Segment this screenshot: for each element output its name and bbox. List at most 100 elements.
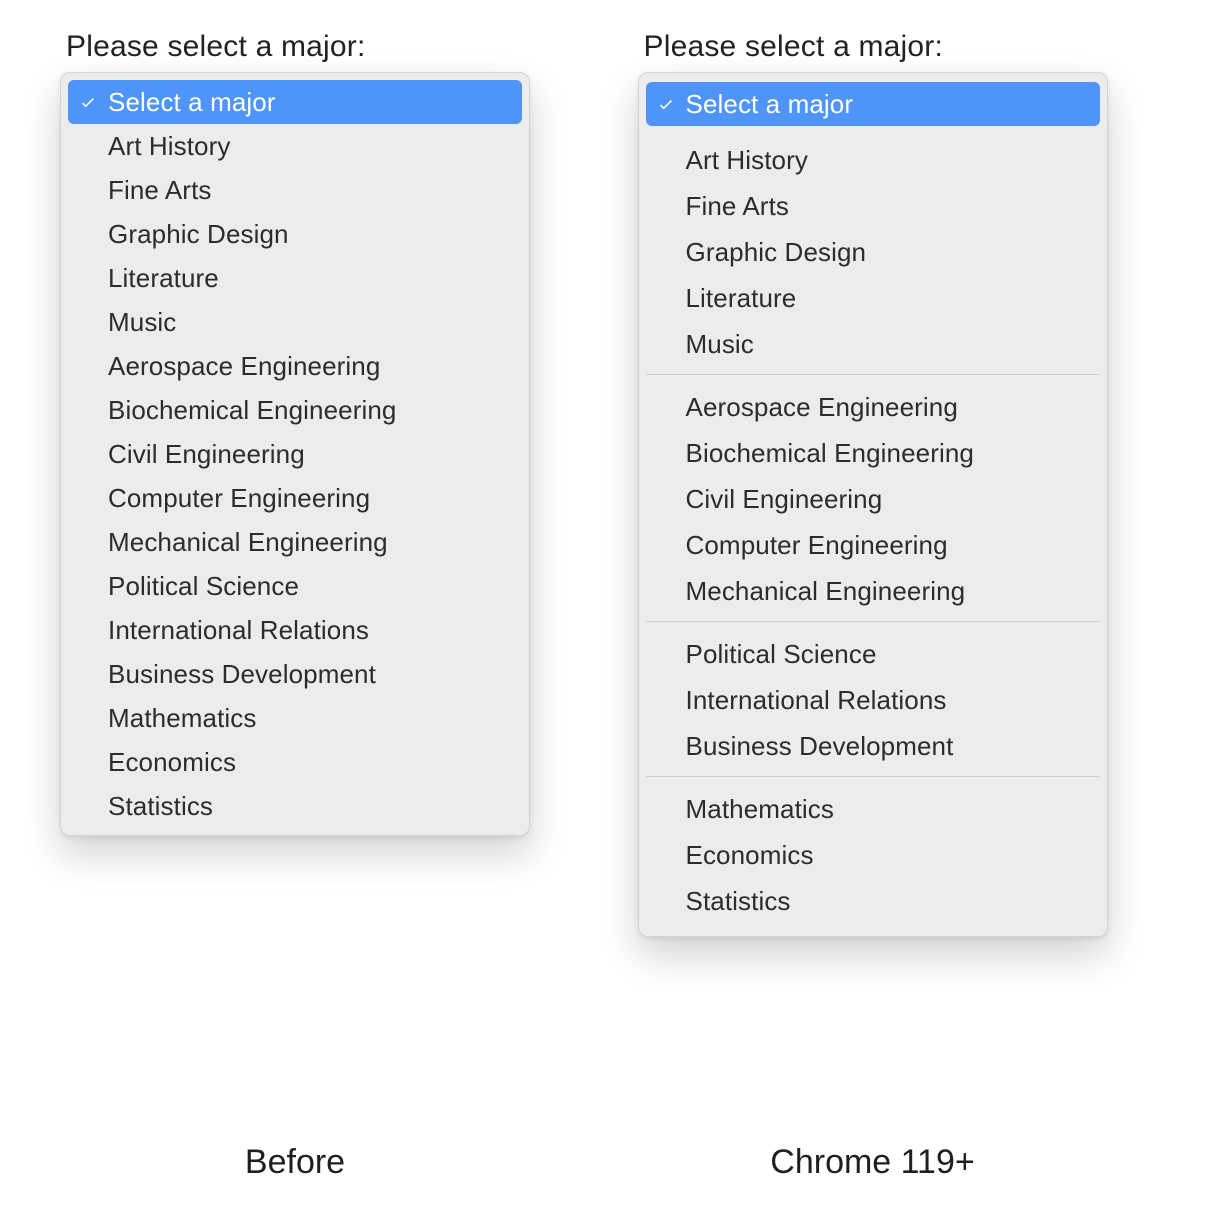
- option-item[interactable]: Music: [646, 322, 1100, 366]
- option-label: Economics: [686, 840, 814, 871]
- checkmark-icon: [646, 645, 686, 663]
- checkmark-icon: [646, 846, 686, 864]
- checkmark-icon: [646, 95, 686, 113]
- option-item[interactable]: Civil Engineering: [646, 477, 1100, 521]
- option-item[interactable]: Literature: [68, 256, 522, 300]
- checkmark-icon: [646, 892, 686, 910]
- option-item[interactable]: Political Science: [68, 564, 522, 608]
- option-label: Aerospace Engineering: [686, 392, 958, 423]
- option-item[interactable]: Biochemical Engineering: [68, 388, 522, 432]
- select-popup-before[interactable]: Select a major Art History Fine Arts Graph…: [60, 72, 530, 836]
- option-label: Statistics: [108, 791, 213, 822]
- option-label: Business Development: [108, 659, 376, 690]
- option-item[interactable]: Mathematics: [646, 787, 1100, 831]
- option-item[interactable]: International Relations: [68, 608, 522, 652]
- checkmark-icon: [68, 269, 108, 287]
- checkmark-icon: [68, 621, 108, 639]
- option-item[interactable]: Fine Arts: [68, 168, 522, 212]
- checkmark-icon: [646, 243, 686, 261]
- option-label: Mathematics: [108, 703, 256, 734]
- checkmark-icon: [646, 691, 686, 709]
- option-item[interactable]: International Relations: [646, 678, 1100, 722]
- checkmark-icon: [68, 533, 108, 551]
- option-item[interactable]: Civil Engineering: [68, 432, 522, 476]
- option-label: Fine Arts: [108, 175, 212, 206]
- checkmark-icon: [646, 582, 686, 600]
- option-label: Literature: [108, 263, 219, 294]
- select-popup-after[interactable]: Select a major Art History Fine Arts Graph…: [638, 72, 1108, 937]
- checkmark-icon: [68, 137, 108, 155]
- option-item[interactable]: Art History: [646, 138, 1100, 182]
- option-label: Economics: [108, 747, 236, 778]
- checkmark-icon: [646, 197, 686, 215]
- option-placeholder[interactable]: Select a major: [68, 80, 522, 124]
- comparison-stage: Please select a major: Select a major Ar…: [0, 0, 1205, 1222]
- option-item[interactable]: Mechanical Engineering: [68, 520, 522, 564]
- checkmark-icon: [646, 289, 686, 307]
- option-item[interactable]: Statistics: [68, 784, 522, 828]
- option-item[interactable]: Art History: [68, 124, 522, 168]
- option-label: Biochemical Engineering: [686, 438, 974, 469]
- option-label: Graphic Design: [108, 219, 289, 250]
- option-item[interactable]: Mechanical Engineering: [646, 569, 1100, 613]
- option-item[interactable]: Statistics: [646, 879, 1100, 923]
- option-label: Fine Arts: [686, 191, 790, 222]
- checkmark-icon: [68, 225, 108, 243]
- option-label: Literature: [686, 283, 797, 314]
- after-column: Please select a major: Select a major Ar…: [638, 30, 1146, 1222]
- option-label: Political Science: [686, 639, 877, 670]
- option-item[interactable]: Computer Engineering: [646, 523, 1100, 567]
- checkmark-icon: [68, 489, 108, 507]
- option-item[interactable]: Music: [68, 300, 522, 344]
- option-label: Civil Engineering: [108, 439, 305, 470]
- checkmark-icon: [646, 398, 686, 416]
- option-label: International Relations: [686, 685, 947, 716]
- option-item[interactable]: Political Science: [646, 632, 1100, 676]
- option-label: International Relations: [108, 615, 369, 646]
- option-item[interactable]: Aerospace Engineering: [68, 344, 522, 388]
- checkmark-icon: [646, 444, 686, 462]
- option-placeholder[interactable]: Select a major: [646, 82, 1100, 126]
- checkmark-icon: [68, 93, 108, 111]
- prompt-label: Please select a major:: [66, 30, 568, 64]
- option-group: Mathematics Economics Statistics: [646, 776, 1100, 929]
- option-item[interactable]: Biochemical Engineering: [646, 431, 1100, 475]
- option-group: Aerospace Engineering Biochemical Enginee…: [646, 374, 1100, 619]
- option-item[interactable]: Aerospace Engineering: [646, 385, 1100, 429]
- option-item[interactable]: Business Development: [646, 724, 1100, 768]
- before-column: Please select a major: Select a major Ar…: [60, 30, 568, 1222]
- checkmark-icon: [68, 181, 108, 199]
- option-item[interactable]: Graphic Design: [68, 212, 522, 256]
- caption-after: Chrome 119+: [638, 1143, 1108, 1182]
- option-label: Music: [108, 307, 176, 338]
- option-label: Select a major: [108, 87, 276, 118]
- option-label: Computer Engineering: [686, 530, 948, 561]
- option-label: Graphic Design: [686, 237, 867, 268]
- option-item[interactable]: Computer Engineering: [68, 476, 522, 520]
- option-label: Aerospace Engineering: [108, 351, 380, 382]
- checkmark-icon: [646, 800, 686, 818]
- option-item[interactable]: Business Development: [68, 652, 522, 696]
- checkmark-icon: [68, 709, 108, 727]
- option-label: Select a major: [686, 89, 854, 120]
- checkmark-icon: [68, 445, 108, 463]
- option-label: Computer Engineering: [108, 483, 370, 514]
- option-label: Business Development: [686, 731, 954, 762]
- checkmark-icon: [68, 577, 108, 595]
- option-label: Mathematics: [686, 794, 834, 825]
- option-item[interactable]: Economics: [646, 833, 1100, 877]
- option-item[interactable]: Graphic Design: [646, 230, 1100, 274]
- option-item[interactable]: Fine Arts: [646, 184, 1100, 228]
- option-item[interactable]: Mathematics: [68, 696, 522, 740]
- checkmark-icon: [68, 401, 108, 419]
- checkmark-icon: [68, 313, 108, 331]
- option-label: Music: [686, 329, 754, 360]
- option-item[interactable]: Literature: [646, 276, 1100, 320]
- prompt-label: Please select a major:: [644, 30, 1146, 64]
- caption-before: Before: [60, 1143, 530, 1182]
- option-group: Art History Fine Arts Graphic Design Litera…: [646, 132, 1100, 372]
- option-item[interactable]: Economics: [68, 740, 522, 784]
- option-label: Civil Engineering: [686, 484, 883, 515]
- option-label: Mechanical Engineering: [108, 527, 388, 558]
- option-group-placeholder: Select a major: [646, 82, 1100, 132]
